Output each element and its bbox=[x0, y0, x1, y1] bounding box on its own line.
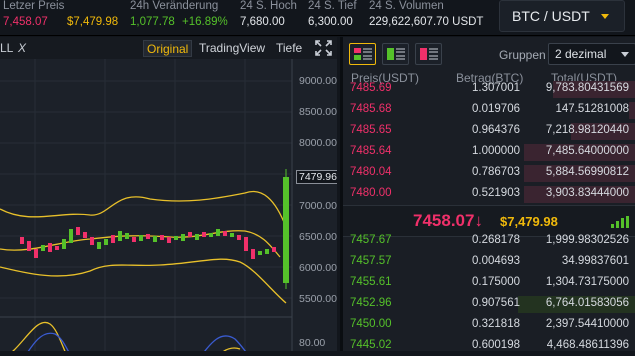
chart-toolbar: LL X Original TradingView Tiefe bbox=[0, 37, 337, 59]
change-percent: +16.89% bbox=[182, 16, 228, 28]
y-tick-label: 9000.00 bbox=[299, 75, 337, 87]
decimal-value: 2 dezimal bbox=[555, 47, 607, 61]
view-asks-icon[interactable] bbox=[415, 43, 442, 65]
y-tick-label: 7000.00 bbox=[299, 200, 337, 212]
chevron-down-icon bbox=[621, 52, 629, 57]
candles bbox=[20, 169, 289, 289]
current-price-marker: 7479.96 bbox=[296, 170, 337, 184]
row-amount: 0.019706 bbox=[472, 103, 520, 115]
row-total: 6,764.01583056 bbox=[545, 297, 629, 309]
gruppen-label: Gruppen bbox=[499, 48, 546, 62]
bid-row[interactable]: 7457.57 0.004693 34.99837601 bbox=[343, 253, 635, 272]
ask-row[interactable]: 7485.65 0.964376 7,218.98120440 bbox=[343, 122, 635, 141]
bid-row[interactable]: 7445.02 0.600198 4,468.48611396 bbox=[343, 337, 635, 356]
row-price: 7485.68 bbox=[350, 103, 392, 115]
row-amount: 0.786703 bbox=[472, 166, 520, 178]
row-price: 7452.96 bbox=[350, 297, 392, 309]
stat-label: 24 S. Hoch bbox=[240, 0, 297, 12]
row-total: 9,783.80431569 bbox=[545, 82, 629, 94]
change-value: 1,077.78 bbox=[130, 16, 175, 28]
y-tick-label: 6500.00 bbox=[299, 231, 337, 243]
row-total: 2,397.54410000 bbox=[545, 318, 629, 330]
pair-selector[interactable]: BTC / USDT bbox=[499, 0, 625, 32]
row-price: 7455.61 bbox=[350, 276, 392, 288]
ticker-bar: Letzer Preis 7,458.07 $7,479.98 24h Verä… bbox=[0, 0, 635, 36]
y-tick-label: 5500.00 bbox=[299, 293, 337, 305]
chevron-down-icon bbox=[601, 14, 609, 19]
order-book: Gruppen 2 dezimal Preis(USDT) Betrag(BTC… bbox=[340, 37, 635, 351]
row-amount: 0.964376 bbox=[472, 124, 520, 136]
bid-row[interactable]: 7452.96 0.907561 6,764.01583056 bbox=[343, 295, 635, 314]
row-amount: 0.600198 bbox=[472, 339, 520, 351]
depth-bar bbox=[629, 102, 635, 119]
decimal-select[interactable]: 2 dezimal bbox=[548, 43, 635, 65]
row-total: 3,903.83444000 bbox=[545, 187, 629, 199]
row-amount: 1.307001 bbox=[472, 82, 520, 94]
tab-tradingview[interactable]: TradingView bbox=[196, 40, 268, 57]
row-price: 7485.69 bbox=[350, 82, 392, 94]
last-price-value: 7,458.07 bbox=[3, 16, 48, 28]
bid-row[interactable]: 7450.00 0.321818 2,397.54410000 bbox=[343, 316, 635, 335]
y-tick-label: 80.00 bbox=[299, 337, 326, 349]
tab-original[interactable]: Original bbox=[143, 40, 193, 57]
row-price: 7480.00 bbox=[350, 187, 392, 199]
price-chart-panel[interactable]: LL X Original TradingView Tiefe 9000.00 … bbox=[0, 37, 337, 351]
row-total: 7,485.64000000 bbox=[545, 145, 629, 157]
row-total: 147.51281008 bbox=[555, 103, 629, 115]
row-price: 7480.04 bbox=[350, 166, 392, 178]
y-tick-label: 6000.00 bbox=[299, 262, 337, 274]
row-amount: 0.175000 bbox=[472, 276, 520, 288]
row-price: 7485.65 bbox=[350, 124, 392, 136]
high-value: 7,680.00 bbox=[240, 16, 285, 28]
last-price-usd: $7,479.98 bbox=[67, 16, 119, 28]
row-total: 4,468.48611396 bbox=[546, 339, 629, 351]
fullscreen-icon[interactable] bbox=[315, 40, 332, 56]
volume-value: 229,622,607.70 USDT bbox=[369, 16, 484, 28]
ask-row[interactable]: 7485.64 1.000000 7,485.64000000 bbox=[343, 143, 635, 162]
stat-label: 24 S. Tief bbox=[308, 0, 357, 12]
bid-row[interactable]: 7457.67 0.268178 1,999.98302526 bbox=[343, 232, 635, 251]
row-amount: 1.000000 bbox=[472, 145, 520, 157]
row-amount: 0.521903 bbox=[472, 187, 520, 199]
bid-row[interactable]: 7455.61 0.175000 1,304.73175000 bbox=[343, 274, 635, 293]
stat-label: 24 S. Volumen bbox=[369, 0, 444, 12]
stat-label: 24h Veränderung bbox=[130, 0, 219, 12]
last-price: 7458.07↓ bbox=[413, 211, 483, 230]
view-bids-icon[interactable] bbox=[382, 43, 409, 65]
row-total: 7,218.98120440 bbox=[545, 124, 629, 136]
stat-label: Letzer Preis bbox=[3, 0, 65, 12]
indicator-label: LL bbox=[0, 41, 14, 55]
row-amount: 0.907561 bbox=[472, 297, 520, 309]
pair-label: BTC / USDT bbox=[512, 8, 590, 24]
close-indicator-icon[interactable]: X bbox=[18, 41, 26, 55]
row-price: 7457.67 bbox=[350, 234, 392, 246]
view-both-icon[interactable] bbox=[349, 43, 376, 65]
row-price: 7457.57 bbox=[350, 255, 392, 267]
tab-tiefe[interactable]: Tiefe bbox=[273, 40, 305, 57]
row-amount: 0.004693 bbox=[472, 255, 520, 267]
row-amount: 0.321818 bbox=[472, 318, 520, 330]
ask-row[interactable]: 7485.68 0.019706 147.51281008 bbox=[343, 101, 635, 120]
candlestick-chart[interactable] bbox=[0, 59, 337, 351]
row-price: 7445.02 bbox=[350, 339, 392, 351]
row-total: 1,999.98302526 bbox=[545, 234, 629, 246]
ask-row[interactable]: 7485.69 1.307001 9,783.80431569 bbox=[343, 80, 635, 99]
y-tick-label: 8000.00 bbox=[299, 137, 337, 149]
row-amount: 0.268178 bbox=[472, 234, 520, 246]
row-total: 5,884.56990812 bbox=[545, 166, 629, 178]
ask-row[interactable]: 7480.04 0.786703 5,884.56990812 bbox=[343, 164, 635, 183]
low-value: 6,300.00 bbox=[308, 16, 353, 28]
last-price-usd: $7,479.98 bbox=[500, 214, 558, 229]
y-tick-label: 8500.00 bbox=[299, 106, 337, 118]
signal-bars-icon bbox=[611, 216, 631, 228]
row-total: 1,304.73175000 bbox=[545, 276, 629, 288]
row-price: 7450.00 bbox=[350, 318, 392, 330]
row-price: 7485.64 bbox=[350, 145, 392, 157]
row-total: 34.99837601 bbox=[561, 255, 629, 267]
ask-row[interactable]: 7480.00 0.521903 3,903.83444000 bbox=[343, 185, 635, 204]
